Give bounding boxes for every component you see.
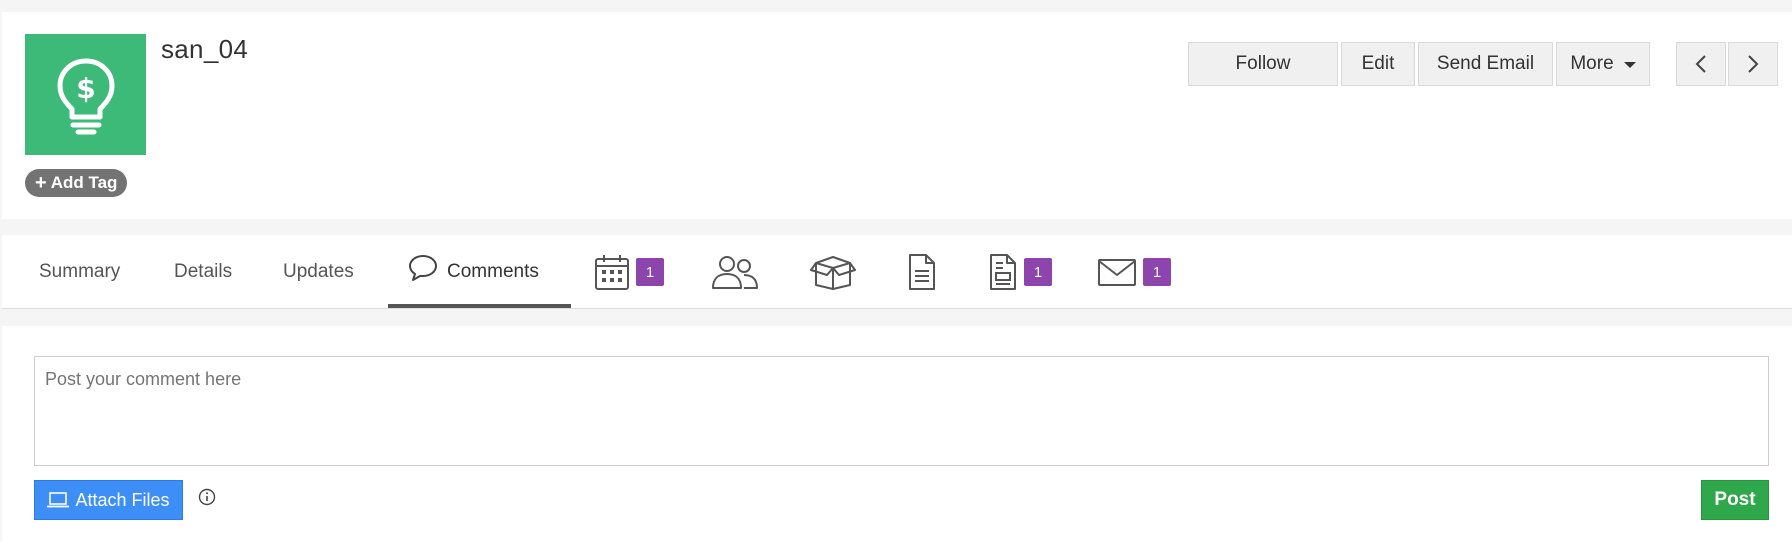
- box-icon: [810, 256, 856, 290]
- svg-text:$: $: [76, 72, 95, 105]
- tab-details[interactable]: Details: [174, 235, 232, 309]
- tab-comments[interactable]: Comments: [407, 235, 539, 309]
- users-icon: [712, 256, 758, 289]
- follow-button[interactable]: Follow: [1188, 42, 1338, 86]
- tab-comments-label: Comments: [447, 261, 539, 282]
- plus-icon: +: [35, 172, 47, 194]
- add-tag-label: Add Tag: [50, 173, 118, 192]
- info-icon[interactable]: [198, 488, 216, 506]
- tab-summary[interactable]: Summary: [39, 235, 120, 309]
- invoice-count-badge: 1: [1024, 258, 1052, 286]
- record-avatar: $: [25, 34, 146, 155]
- tab-products[interactable]: [810, 235, 856, 309]
- more-button[interactable]: More: [1556, 42, 1650, 86]
- record-title: san_04: [161, 34, 249, 64]
- document-icon: [909, 254, 935, 290]
- email-count-badge: 1: [1143, 258, 1171, 286]
- tab-contacts[interactable]: [710, 235, 760, 309]
- calendar-icon: [595, 255, 629, 290]
- comment-composer: Attach Files Post: [2, 326, 1792, 541]
- post-button[interactable]: Post: [1701, 480, 1769, 520]
- record-header: $ san_04 + Add Tag Follow Edit Send Emai…: [2, 12, 1792, 219]
- chevron-right-icon: [1748, 55, 1759, 73]
- tab-updates[interactable]: Updates: [283, 235, 354, 309]
- tab-invoices[interactable]: 1: [988, 235, 1052, 309]
- calendar-count-badge: 1: [636, 258, 664, 286]
- comment-icon: [409, 255, 437, 281]
- tab-emails[interactable]: 1: [1097, 235, 1171, 309]
- envelope-icon: [1098, 259, 1136, 286]
- tab-documents[interactable]: [907, 235, 937, 309]
- more-label: More: [1570, 53, 1614, 74]
- invoice-icon: [990, 254, 1016, 290]
- previous-record-button[interactable]: [1676, 42, 1726, 86]
- attach-files-label: Attach Files: [75, 489, 170, 510]
- send-email-button[interactable]: Send Email: [1418, 42, 1553, 86]
- lightbulb-dollar-icon: $: [57, 58, 114, 134]
- laptop-icon: [47, 492, 70, 508]
- next-record-button[interactable]: [1728, 42, 1778, 86]
- add-tag-button[interactable]: + Add Tag: [25, 169, 128, 197]
- record-tabs: Summary Details Updates Comments 1 1 1: [2, 235, 1792, 309]
- caret-down-icon: [1623, 62, 1636, 68]
- comment-input[interactable]: [34, 356, 1769, 466]
- attach-files-button[interactable]: Attach Files: [34, 480, 183, 520]
- tab-calendar[interactable]: 1: [594, 235, 664, 309]
- active-tab-indicator: [388, 304, 571, 308]
- chevron-left-icon: [1695, 55, 1706, 73]
- edit-button[interactable]: Edit: [1341, 42, 1415, 86]
